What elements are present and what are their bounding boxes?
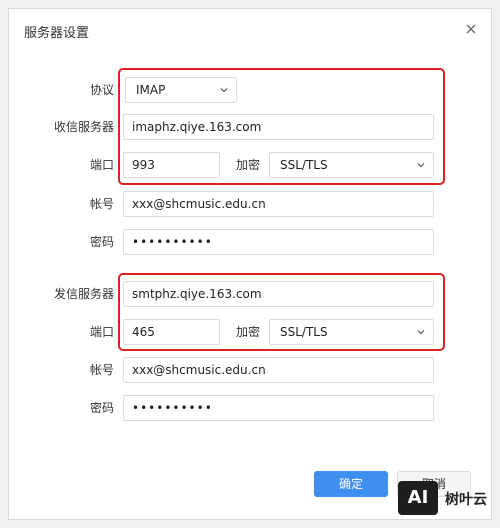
incoming-account-label: 帐号 [89,197,114,211]
outgoing-encryption-label: 加密 [235,325,260,339]
chevron-down-icon [417,330,425,335]
outgoing-password-label: 密码 [89,401,114,415]
outgoing-server-label: 发信服务器 [53,287,114,301]
incoming-account-input[interactable] [123,191,434,217]
dialog-title: 服务器设置 [24,26,90,41]
outgoing-port-label: 端口 [89,325,114,339]
outgoing-account-label: 帐号 [89,363,114,377]
chevron-down-icon [220,88,228,93]
incoming-server-label: 收信服务器 [53,120,114,134]
close-icon [466,24,476,34]
chevron-down-icon [417,163,425,168]
ok-button[interactable]: 确定 [314,471,388,497]
outgoing-encryption-value: SSL/TLS [280,325,328,339]
incoming-password-input[interactable]: •••••••••• [123,229,434,255]
incoming-password-label: 密码 [89,235,114,249]
incoming-server-input[interactable] [123,114,434,140]
page: 服务器设置 协议 IMAP 收信服务器 端口 加密 SSL/TLS 帐号 密码 … [0,0,500,528]
outgoing-server-input[interactable] [123,281,434,307]
close-button[interactable] [464,21,478,35]
protocol-select[interactable]: IMAP [125,77,237,103]
incoming-encryption-select[interactable]: SSL/TLS [269,152,434,178]
protocol-value: IMAP [136,83,166,97]
incoming-encryption-label: 加密 [235,158,260,172]
outgoing-password-input[interactable]: •••••••••• [123,395,434,421]
incoming-encryption-value: SSL/TLS [280,158,328,172]
protocol-label: 协议 [89,83,114,97]
outgoing-encryption-select[interactable]: SSL/TLS [269,319,434,345]
outgoing-account-input[interactable] [123,357,434,383]
cancel-button[interactable]: 取消 [397,471,471,497]
incoming-port-label: 端口 [89,158,114,172]
